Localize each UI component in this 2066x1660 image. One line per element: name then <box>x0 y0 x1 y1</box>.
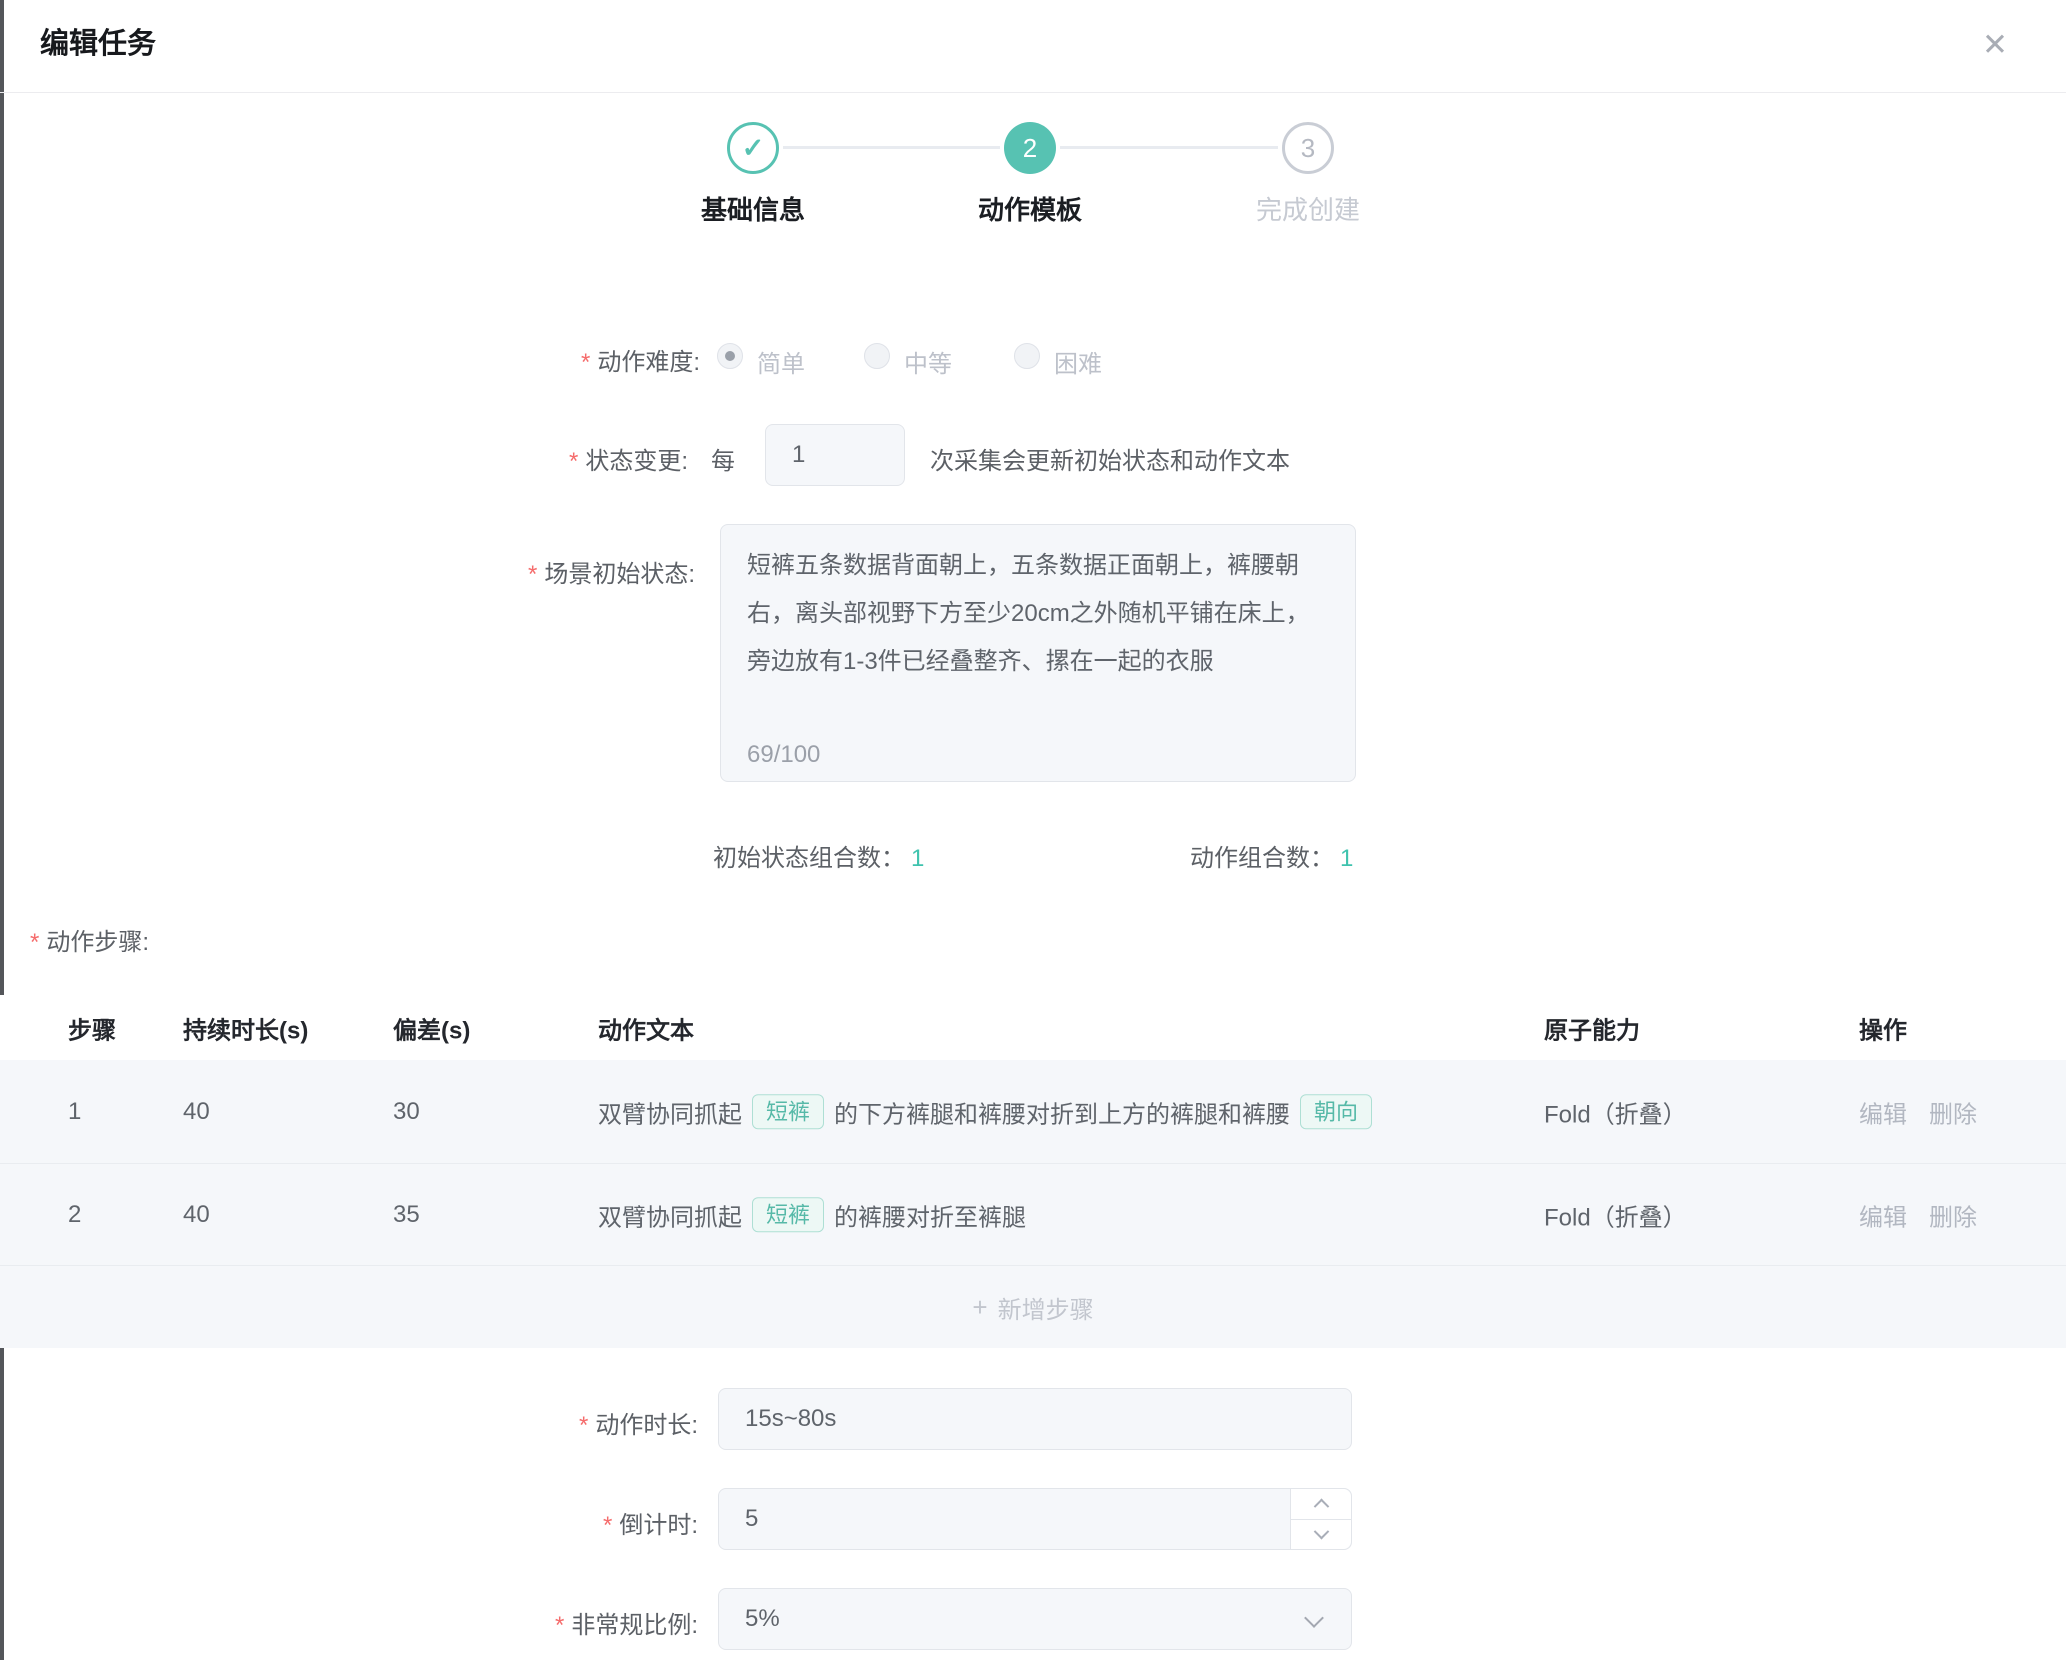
required-asterisk: * <box>581 349 590 376</box>
cell-duration: 40 <box>183 1098 210 1126</box>
step-3-circle: 3 <box>1282 122 1334 174</box>
action-text-segment: 双臂协同抓起 <box>598 1197 742 1232</box>
col-header-duration: 持续时长(s) <box>183 1010 308 1045</box>
step-3-label: 完成创建 <box>1188 190 1428 227</box>
duration-input[interactable]: 15s~80s <box>718 1388 1352 1450</box>
add-step-button[interactable]: + 新增步骤 <box>972 1290 1093 1325</box>
action-text-segment: 双臂协同抓起 <box>598 1094 742 1129</box>
step-2-label: 动作模板 <box>910 190 1150 227</box>
action-text-segment: 的下方裤腿和裤腰对折到上方的裤腿和裤腰 <box>834 1094 1290 1129</box>
spinner-down-button[interactable] <box>1291 1520 1351 1550</box>
action-steps-label: *动作步骤: <box>30 922 149 957</box>
state-change-prefix: 每 <box>711 441 735 476</box>
radio-label-easy[interactable]: 简单 <box>757 344 805 379</box>
action-combo-count: 动作组合数：1 <box>1190 838 1353 873</box>
state-change-input[interactable]: 1 <box>765 424 905 486</box>
radio-dot <box>725 351 735 361</box>
initial-state-label: *场景初始状态: <box>0 554 695 589</box>
step-1-circle: ✓ <box>727 122 779 174</box>
state-change-suffix: 次采集会更新初始状态和动作文本 <box>930 441 1290 476</box>
spinner-up-button[interactable] <box>1291 1489 1351 1520</box>
page-title: 编辑任务 <box>40 20 156 62</box>
col-header-deviation: 偏差(s) <box>393 1010 470 1045</box>
chevron-up-icon <box>1313 1499 1329 1515</box>
action-combo-value: 1 <box>1340 845 1353 872</box>
col-header-step: 步骤 <box>68 1010 116 1045</box>
cell-deviation: 30 <box>393 1098 420 1126</box>
initial-combo-value: 1 <box>911 845 924 872</box>
radio-difficulty-medium[interactable] <box>864 343 890 369</box>
countdown-input[interactable]: 5 <box>718 1488 1352 1550</box>
difficulty-label: *动作难度: <box>0 342 700 377</box>
required-asterisk: * <box>528 561 537 588</box>
edit-link[interactable]: 编辑 <box>1859 1094 1907 1129</box>
cell-ability: Fold（折叠） <box>1544 1094 1687 1129</box>
initial-state-textarea[interactable]: 短裤五条数据背面朝上，五条数据正面朝上，裤腰朝右，离头部视野下方至少20cm之外… <box>720 524 1356 782</box>
step-2-number: 2 <box>1023 133 1037 164</box>
radio-label-hard[interactable]: 困难 <box>1054 344 1102 379</box>
number-spinner <box>1290 1489 1351 1549</box>
cell-action-text: 双臂协同抓起 短裤 的裤腰对折至裤腿 <box>598 1197 1026 1233</box>
initial-state-text: 短裤五条数据背面朝上，五条数据正面朝上，裤腰朝右，离头部视野下方至少20cm之外… <box>721 525 1355 686</box>
table-header-row: 步骤 持续时长(s) 偏差(s) 动作文本 原子能力 操作 <box>0 995 2066 1060</box>
countdown-label: *倒计时: <box>0 1505 698 1540</box>
char-counter: 69/100 <box>747 741 820 769</box>
required-asterisk: * <box>579 1412 588 1439</box>
unusual-ratio-select[interactable]: 5% <box>718 1588 1352 1650</box>
cell-ability: Fold（折叠） <box>1544 1197 1687 1232</box>
required-asterisk: * <box>569 448 578 475</box>
required-asterisk: * <box>555 1612 564 1639</box>
table-row: 1 40 30 双臂协同抓起 短裤 的下方裤腿和裤腰对折到上方的裤腿和裤腰 朝向… <box>0 1060 2066 1163</box>
plus-icon: + <box>972 1292 987 1323</box>
unusual-ratio-value: 5% <box>745 1605 780 1633</box>
cell-action-text: 双臂协同抓起 短裤 的下方裤腿和裤腰对折到上方的裤腿和裤腰 朝向 <box>598 1094 1382 1130</box>
step-1-label: 基础信息 <box>633 190 873 227</box>
radio-difficulty-hard[interactable] <box>1014 343 1040 369</box>
check-icon: ✓ <box>742 133 765 164</box>
col-header-action-text: 动作文本 <box>598 1010 694 1045</box>
required-asterisk: * <box>603 1512 612 1539</box>
required-asterisk: * <box>30 929 39 956</box>
header-divider <box>0 92 2066 93</box>
orientation-tag: 朝向 <box>1300 1094 1372 1130</box>
table-row: 2 40 35 双臂协同抓起 短裤 的裤腰对折至裤腿 Fold（折叠） 编辑 删… <box>0 1163 2066 1265</box>
close-icon[interactable]: ✕ <box>1972 22 2018 68</box>
object-tag: 短裤 <box>752 1197 824 1233</box>
delete-link[interactable]: 删除 <box>1929 1197 1977 1232</box>
stepper-connector-2 <box>1060 146 1278 149</box>
countdown-value: 5 <box>745 1505 758 1533</box>
stepper-connector-1 <box>783 146 1000 149</box>
state-change-label: *状态变更: <box>0 441 688 476</box>
chevron-down-icon <box>1304 1608 1324 1628</box>
initial-combo-count: 初始状态组合数：1 <box>713 838 924 873</box>
cell-deviation: 35 <box>393 1201 420 1229</box>
step-2-circle: 2 <box>1004 122 1056 174</box>
add-step-row: + 新增步骤 <box>0 1265 2066 1348</box>
chevron-down-icon <box>1313 1524 1329 1540</box>
unusual-ratio-label: *非常规比例: <box>0 1605 698 1640</box>
cell-duration: 40 <box>183 1201 210 1229</box>
radio-difficulty-easy[interactable] <box>717 343 743 369</box>
object-tag: 短裤 <box>752 1094 824 1130</box>
col-header-operations: 操作 <box>1859 1010 1907 1045</box>
step-3-number: 3 <box>1301 133 1315 164</box>
cell-step: 1 <box>68 1098 81 1126</box>
delete-link[interactable]: 删除 <box>1929 1094 1977 1129</box>
edit-link[interactable]: 编辑 <box>1859 1197 1907 1232</box>
radio-label-medium[interactable]: 中等 <box>904 344 952 379</box>
duration-label: *动作时长: <box>0 1405 698 1440</box>
col-header-ability: 原子能力 <box>1544 1010 1640 1045</box>
action-text-segment: 的裤腰对折至裤腿 <box>834 1197 1026 1232</box>
cell-step: 2 <box>68 1201 81 1229</box>
